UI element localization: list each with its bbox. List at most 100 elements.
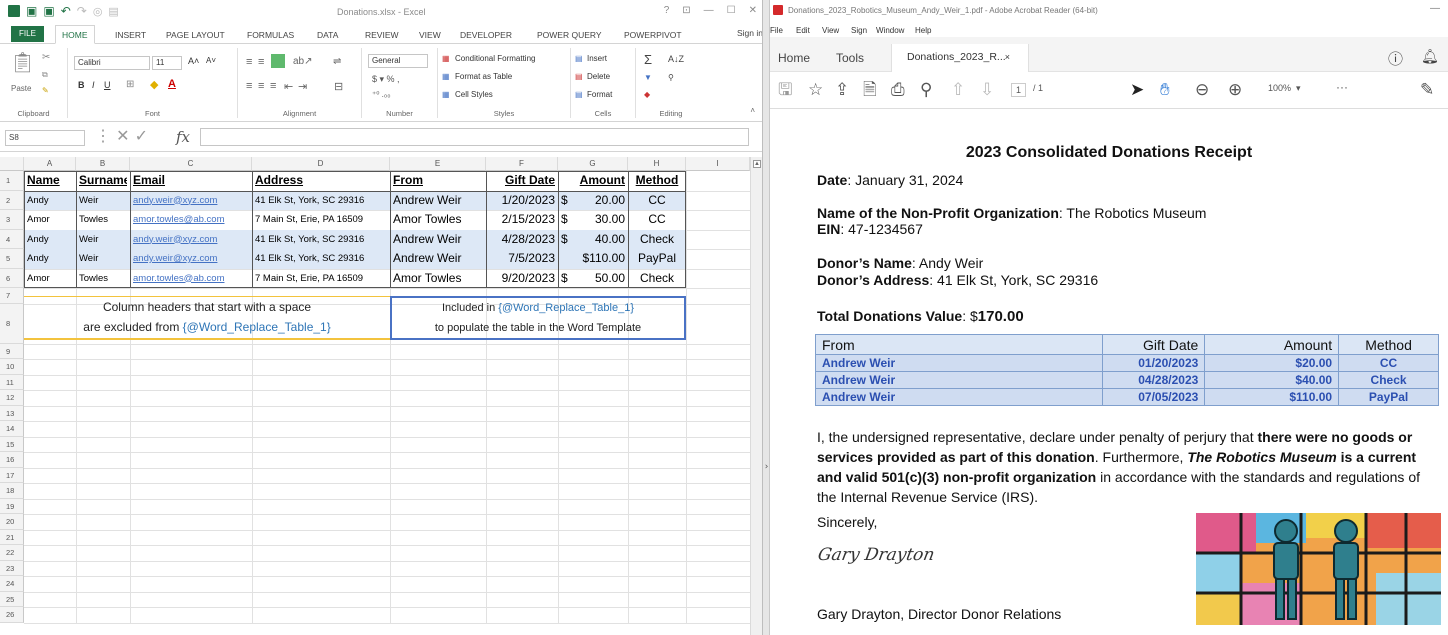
row-header-18[interactable]: 18 <box>0 483 24 499</box>
zoom-out-icon[interactable]: ⊖ <box>1195 80 1209 100</box>
more-tools-icon[interactable]: ··· <box>1336 80 1348 94</box>
sort-filter-icon[interactable]: A↓Z <box>668 54 684 64</box>
select-cursor-icon[interactable]: ➤ <box>1130 80 1144 100</box>
paste-label[interactable]: Paste <box>11 84 31 93</box>
row-header-7[interactable]: 7 <box>0 288 24 304</box>
align-top-icon[interactable]: ≡ <box>246 56 252 68</box>
sign-pen-icon[interactable]: ✎ <box>1420 80 1434 100</box>
column-header-i[interactable]: I <box>686 157 750 171</box>
zoom-dropdown-icon[interactable]: ▾ <box>1296 83 1301 94</box>
underline-icon[interactable]: U <box>104 80 111 90</box>
tab-power-query[interactable]: POWER QUERY <box>537 30 602 40</box>
format-as-table-button[interactable]: Format as Table <box>455 72 512 81</box>
tab-document[interactable]: Donations_2023_R... × <box>891 44 1029 72</box>
tab-page-layout[interactable]: PAGE LAYOUT <box>166 30 225 40</box>
next-page-icon[interactable]: ⇩ <box>980 80 994 100</box>
select-all-corner[interactable] <box>0 157 24 171</box>
scroll-up-icon[interactable]: ▲ <box>753 160 761 168</box>
tab-view[interactable]: VIEW <box>419 30 441 40</box>
undo-icon[interactable]: ↶ <box>61 4 71 18</box>
row-header-15[interactable]: 15 <box>0 436 24 452</box>
format-painter-icon[interactable]: ✎ <box>42 86 49 95</box>
column-header-f[interactable]: F <box>486 157 558 171</box>
save-icon[interactable]: ▣ <box>26 4 37 18</box>
row-header-20[interactable]: 20 <box>0 514 24 530</box>
save-file-icon[interactable]: 🖫︎ <box>778 80 792 100</box>
row-header-8[interactable]: 8 <box>0 303 24 344</box>
page-number-input[interactable]: 1 <box>1011 83 1027 97</box>
tab-formulas[interactable]: FORMULAS <box>247 30 294 40</box>
column-header-c[interactable]: C <box>130 157 252 171</box>
conditional-formatting-button[interactable]: Conditional Formatting <box>455 54 535 63</box>
tab-file[interactable]: FILE <box>11 26 44 42</box>
cell-styles-button[interactable]: Cell Styles <box>455 90 493 99</box>
formula-input[interactable] <box>200 128 749 146</box>
hand-tool-icon[interactable]: ✋︎ <box>1160 80 1170 100</box>
clear-icon[interactable]: ◆ <box>644 90 650 99</box>
menu-window[interactable]: Window <box>876 26 904 35</box>
name-box[interactable]: S8 <box>5 130 85 146</box>
tab-review[interactable]: REVIEW <box>365 30 399 40</box>
note-excluded-headers[interactable]: Column headers that start with a space ar… <box>24 296 390 340</box>
close-button[interactable]: ✕ <box>749 5 757 16</box>
align-left-icon[interactable]: ≡ <box>246 80 252 92</box>
window-divider[interactable]: › <box>763 0 770 635</box>
row-header-2[interactable]: 2 <box>0 190 24 210</box>
row-header-4[interactable]: 4 <box>0 229 24 249</box>
grow-font-icon[interactable]: A˄ <box>188 56 199 66</box>
row-header-22[interactable]: 22 <box>0 545 24 561</box>
column-header-e[interactable]: E <box>390 157 486 171</box>
fill-color-icon[interactable]: ◆ <box>150 78 158 91</box>
ribbon-display-button[interactable]: ⊡ <box>682 5 690 16</box>
menu-sign[interactable]: Sign <box>851 26 867 35</box>
tab-home[interactable]: HOME <box>55 25 95 44</box>
notifications-icon[interactable]: 🔔︎ <box>1421 48 1439 65</box>
upload-cloud-icon[interactable]: ⇪ <box>835 80 849 100</box>
decrease-indent-icon[interactable]: ⇤ <box>284 80 293 93</box>
print-icon[interactable]: ⎙ <box>891 80 905 100</box>
sign-in-link[interactable]: Sign in <box>737 28 762 38</box>
row-header-11[interactable]: 11 <box>0 374 24 390</box>
close-tab-icon[interactable]: × <box>1005 52 1010 62</box>
note-included-headers[interactable]: Included in {@Word_Replace_Table_1} to po… <box>390 296 686 340</box>
row-header-26[interactable]: 26 <box>0 607 24 623</box>
row-header-19[interactable]: 19 <box>0 498 24 514</box>
number-format-select[interactable]: General <box>368 54 428 68</box>
wrap-text-icon[interactable]: ⇌ <box>333 56 341 67</box>
column-header-b[interactable]: B <box>76 157 130 171</box>
insert-function-icon[interactable]: fx <box>176 128 190 146</box>
paste-icon[interactable]: 📋︎ <box>10 50 35 75</box>
row-header-6[interactable]: 6 <box>0 268 24 288</box>
row-header-3[interactable]: 3 <box>0 210 24 230</box>
merge-center-icon[interactable]: ⊟ <box>334 80 343 93</box>
maximize-button[interactable]: ☐ <box>727 5 736 16</box>
menu-view[interactable]: View <box>822 26 839 35</box>
row-header-5[interactable]: 5 <box>0 249 24 269</box>
save-as-icon[interactable]: ▣ <box>43 4 54 18</box>
row-header-10[interactable]: 10 <box>0 359 24 375</box>
column-header-a[interactable]: A <box>24 157 76 171</box>
help-icon[interactable]: ⓘ <box>1388 48 1403 69</box>
row-header-17[interactable]: 17 <box>0 467 24 483</box>
menu-help[interactable]: Help <box>915 26 931 35</box>
zoom-in-icon[interactable]: ⊕ <box>1228 80 1242 100</box>
align-bottom-icon[interactable] <box>271 54 285 68</box>
tab-developer[interactable]: DEVELOPER <box>460 30 512 40</box>
zoom-select[interactable]: 100% <box>1268 83 1291 93</box>
cancel-formula-icon[interactable]: ⋮ ✕ ✓ <box>95 126 148 145</box>
bookmark-star-icon[interactable]: ☆ <box>808 80 823 100</box>
copy-icon[interactable]: ⧉ <box>42 70 48 80</box>
tab-insert[interactable]: INSERT <box>115 30 146 40</box>
column-header-h[interactable]: H <box>628 157 686 171</box>
tab-data[interactable]: DATA <box>317 30 338 40</box>
accounting-format-icon[interactable]: $ ▾ % , <box>372 74 400 85</box>
row-header-16[interactable]: 16 <box>0 452 24 468</box>
font-size-select[interactable]: 11 <box>152 56 182 70</box>
row-header-21[interactable]: 21 <box>0 529 24 545</box>
tab-powerpivot[interactable]: POWERPIVOT <box>624 30 682 40</box>
row-header-1[interactable]: 1 <box>0 171 24 191</box>
previous-page-icon[interactable]: ⇧ <box>951 80 965 100</box>
row-header-25[interactable]: 25 <box>0 591 24 607</box>
row-header-23[interactable]: 23 <box>0 560 24 576</box>
expand-arrow-icon[interactable]: › <box>763 462 770 472</box>
